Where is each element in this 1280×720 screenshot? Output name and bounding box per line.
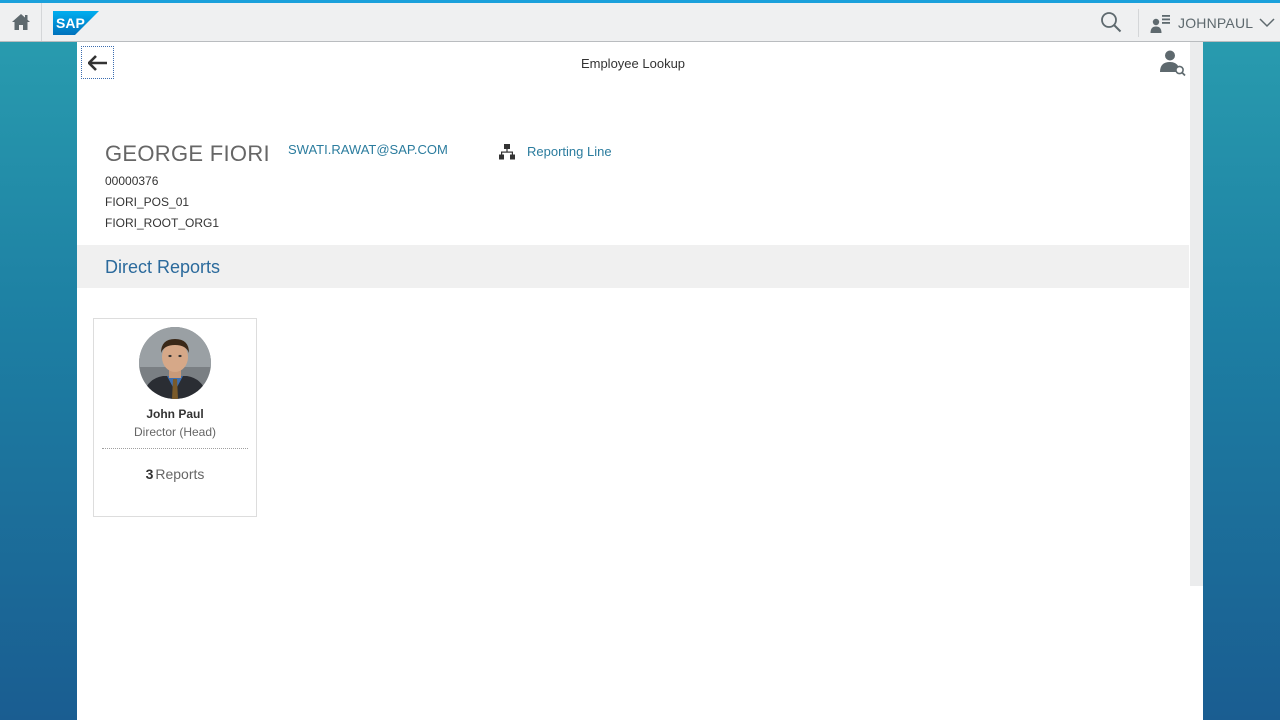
user-menu-icon: [1150, 15, 1170, 33]
report-count[interactable]: 3 Reports: [94, 466, 256, 482]
search-button[interactable]: [1100, 11, 1126, 35]
user-menu-button[interactable]: JOHNPAUL: [1150, 11, 1275, 35]
employee-position: FIORI_POS_01: [105, 195, 190, 209]
user-name: JOHNPAUL: [1178, 15, 1254, 31]
report-role: Director (Head): [133, 425, 217, 439]
direct-reports-header: Direct Reports: [77, 245, 1189, 288]
direct-report-card[interactable]: John Paul Director (Head) 3 Reports: [93, 318, 257, 517]
home-button[interactable]: [0, 3, 42, 41]
employee-email-link[interactable]: SWATI.RAWAT@SAP.COM: [288, 142, 448, 157]
sap-logo-text: SAP: [56, 15, 85, 31]
employee-search-button[interactable]: [1157, 48, 1187, 83]
section-title: Direct Reports: [105, 257, 221, 277]
card-divider: [102, 448, 248, 449]
app-container: Employee Lookup GEORGE FIORI SWATI.RAWAT…: [77, 42, 1203, 720]
avatar: [139, 327, 211, 399]
employee-org-unit: FIORI_ROOT_ORG1: [105, 216, 220, 230]
shell-separator: [1138, 9, 1139, 37]
page-title: Employee Lookup: [580, 56, 686, 71]
employee-id: 00000376: [105, 174, 159, 188]
report-name: John Paul: [146, 407, 204, 421]
shell-bar: SAP JOHNPAUL: [0, 0, 1280, 42]
sap-logo[interactable]: SAP: [53, 11, 99, 40]
report-count-label: Reports: [155, 466, 205, 482]
reporting-line-link[interactable]: Reporting Line: [527, 144, 612, 159]
org-chart-icon: [499, 144, 515, 160]
home-icon: [11, 14, 30, 30]
report-count-number: 3: [145, 466, 154, 482]
scrollbar-thumb[interactable]: [1190, 42, 1203, 586]
search-icon: [1101, 12, 1122, 33]
employee-search-icon: [1160, 50, 1186, 77]
chevron-down-icon: [1259, 18, 1275, 28]
employee-name: GEORGE FIORI: [105, 141, 270, 166]
scrollbar[interactable]: [1190, 42, 1203, 720]
